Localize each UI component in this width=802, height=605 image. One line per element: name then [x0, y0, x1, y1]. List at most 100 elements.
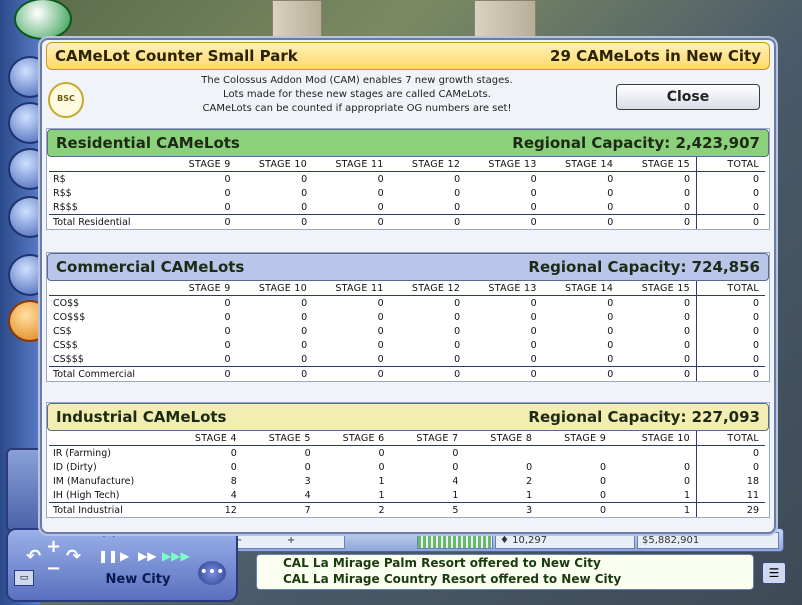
pause-icon[interactable]: ❚❚: [98, 549, 118, 563]
table-cell: 0: [389, 366, 467, 381]
speed-medium-icon[interactable]: ▶▶: [138, 549, 156, 563]
bsc-logo: BSC: [48, 82, 84, 118]
table-cell: 0: [683, 325, 690, 337]
table-cell: 0: [301, 311, 308, 323]
table-cell: 0: [696, 352, 765, 367]
table-row: CS$ 0 0 0 0 0 0 0 0: [49, 324, 765, 338]
table-cell: 0: [607, 173, 614, 185]
table-cell: 29: [696, 502, 765, 517]
industrial-section: Industrial CAMeLots Regional Capacity: 22…: [46, 402, 770, 518]
table-cell: 0: [224, 173, 231, 185]
residential-section: Residential CAMeLots Regional Capacity: 2…: [46, 128, 770, 230]
tray-icon[interactable]: ▭: [14, 570, 34, 586]
table-row: R$ 0 0 0 0 0 0 0 0: [49, 171, 765, 186]
row-label-header: [49, 431, 169, 446]
table-cell: 0: [530, 187, 537, 199]
table-cell: 0: [452, 447, 459, 459]
funds-readout[interactable]: $5,882,901: [637, 532, 779, 549]
table-cell: 0: [224, 353, 231, 365]
table-cell: 0: [454, 353, 461, 365]
regional-capacity: Regional Capacity: 227,093: [528, 408, 760, 426]
table-row: IR (Farming) 0 0 0 0 0: [49, 445, 765, 461]
residential-table: STAGE 9 STAGE 10 STAGE 11 STAGE 12 STAGE 13 S…: [49, 157, 765, 229]
speed-slow-icon[interactable]: ▶: [120, 549, 129, 563]
section-title: Commercial CAMeLots: [56, 258, 245, 276]
column-header: STAGE 8: [464, 431, 539, 446]
row-label: CS$$$: [53, 353, 84, 365]
rci-meter[interactable]: − +: [229, 532, 345, 549]
table-cell: 7: [242, 502, 317, 517]
logo-text: BSC: [57, 94, 75, 103]
camelot-count: 29 CAMeLots in New City: [550, 47, 761, 65]
table-cell: 0: [466, 214, 543, 229]
column-header: TOTAL: [696, 431, 765, 446]
options-icon[interactable]: •••: [198, 561, 226, 585]
bg-building: [272, 0, 322, 42]
table-row: IM (Manufacture) 8 3 1 4 2 0 0 18: [49, 474, 765, 488]
table-cell: 0: [224, 325, 231, 337]
intro-line: The Colossus Addon Mod (CAM) enables 7 n…: [201, 75, 513, 86]
column-header: TOTAL: [696, 157, 765, 172]
zone-tool-icon[interactable]: [14, 0, 72, 40]
table-cell: 0: [230, 447, 237, 459]
table-cell: 0: [454, 339, 461, 351]
table-cell: 0: [542, 214, 620, 229]
table-cell: 0: [530, 325, 537, 337]
speed-fast-icon[interactable]: ▶▶▶: [162, 549, 190, 563]
table-cell: 0: [169, 214, 237, 229]
rotate-right-icon[interactable]: ↷: [66, 546, 81, 567]
news-item[interactable]: CAL La Mirage Palm Resort offered to New…: [257, 555, 753, 571]
table-cell: 0: [607, 353, 614, 365]
intro-text: The Colossus Addon Mod (CAM) enables 7 n…: [142, 74, 572, 116]
column-header: STAGE 11: [313, 157, 390, 172]
table-cell: 0: [377, 173, 384, 185]
row-label: Total Commercial: [49, 366, 169, 381]
table-cell: 0: [454, 173, 461, 185]
row-label: R$$: [53, 187, 72, 199]
table-cell: 0: [301, 339, 308, 351]
regional-capacity: Regional Capacity: 724,856: [528, 258, 760, 276]
table-cell: 0: [607, 325, 614, 337]
row-label-header: [49, 157, 169, 172]
news-ticker[interactable]: CAL La Mirage Palm Resort offered to New…: [256, 554, 754, 590]
column-header: STAGE 4: [169, 431, 243, 446]
column-header: STAGE 11: [313, 281, 390, 296]
table-cell: 0: [377, 201, 384, 213]
table-cell: 0: [600, 475, 607, 487]
column-header: STAGE 6: [316, 431, 391, 446]
table-cell: 1: [612, 502, 697, 517]
zoom-out-icon[interactable]: −: [46, 558, 61, 579]
table-cell: 0: [619, 366, 697, 381]
table-cell: 0: [530, 297, 537, 309]
table-cell: 3: [304, 475, 311, 487]
table-row: Total Residential 0 0 0 0 0 0 0 0: [49, 214, 765, 229]
close-button[interactable]: Close: [616, 84, 760, 110]
population-icon: ♦: [500, 535, 513, 546]
row-label: CO$$: [53, 297, 80, 309]
table-cell: 0: [696, 460, 765, 474]
zoom-in-icon[interactable]: +: [46, 536, 61, 557]
camelot-window: CAMeLot Counter Small Park 29 CAMeLots i…: [40, 38, 776, 534]
industrial-header: Industrial CAMeLots Regional Capacity: 22…: [47, 403, 769, 431]
table-cell: 0: [683, 201, 690, 213]
rotate-left-icon[interactable]: ↶: [26, 546, 41, 567]
demand-bar: [417, 532, 493, 549]
table-cell: 8: [230, 475, 237, 487]
table-cell: 0: [230, 461, 237, 473]
column-header: STAGE 12: [389, 281, 467, 296]
population-readout: ♦ 10,297: [495, 532, 635, 549]
table-cell: 0: [696, 200, 765, 215]
table-cell: 2: [316, 502, 391, 517]
table-cell: 0: [607, 201, 614, 213]
city-name[interactable]: New City: [78, 572, 198, 592]
bg-building: [474, 0, 536, 42]
row-label: R$$$: [53, 201, 78, 213]
table-cell: 0: [304, 461, 311, 473]
column-header: STAGE 12: [389, 157, 467, 172]
table-cell: [464, 446, 538, 461]
table-cell: 0: [224, 339, 231, 351]
section-title: Industrial CAMeLots: [56, 408, 227, 426]
news-log-icon[interactable]: ☰: [762, 562, 786, 584]
news-item[interactable]: CAL La Mirage Country Resort offered to …: [257, 571, 753, 587]
column-header: STAGE 15: [619, 281, 697, 296]
